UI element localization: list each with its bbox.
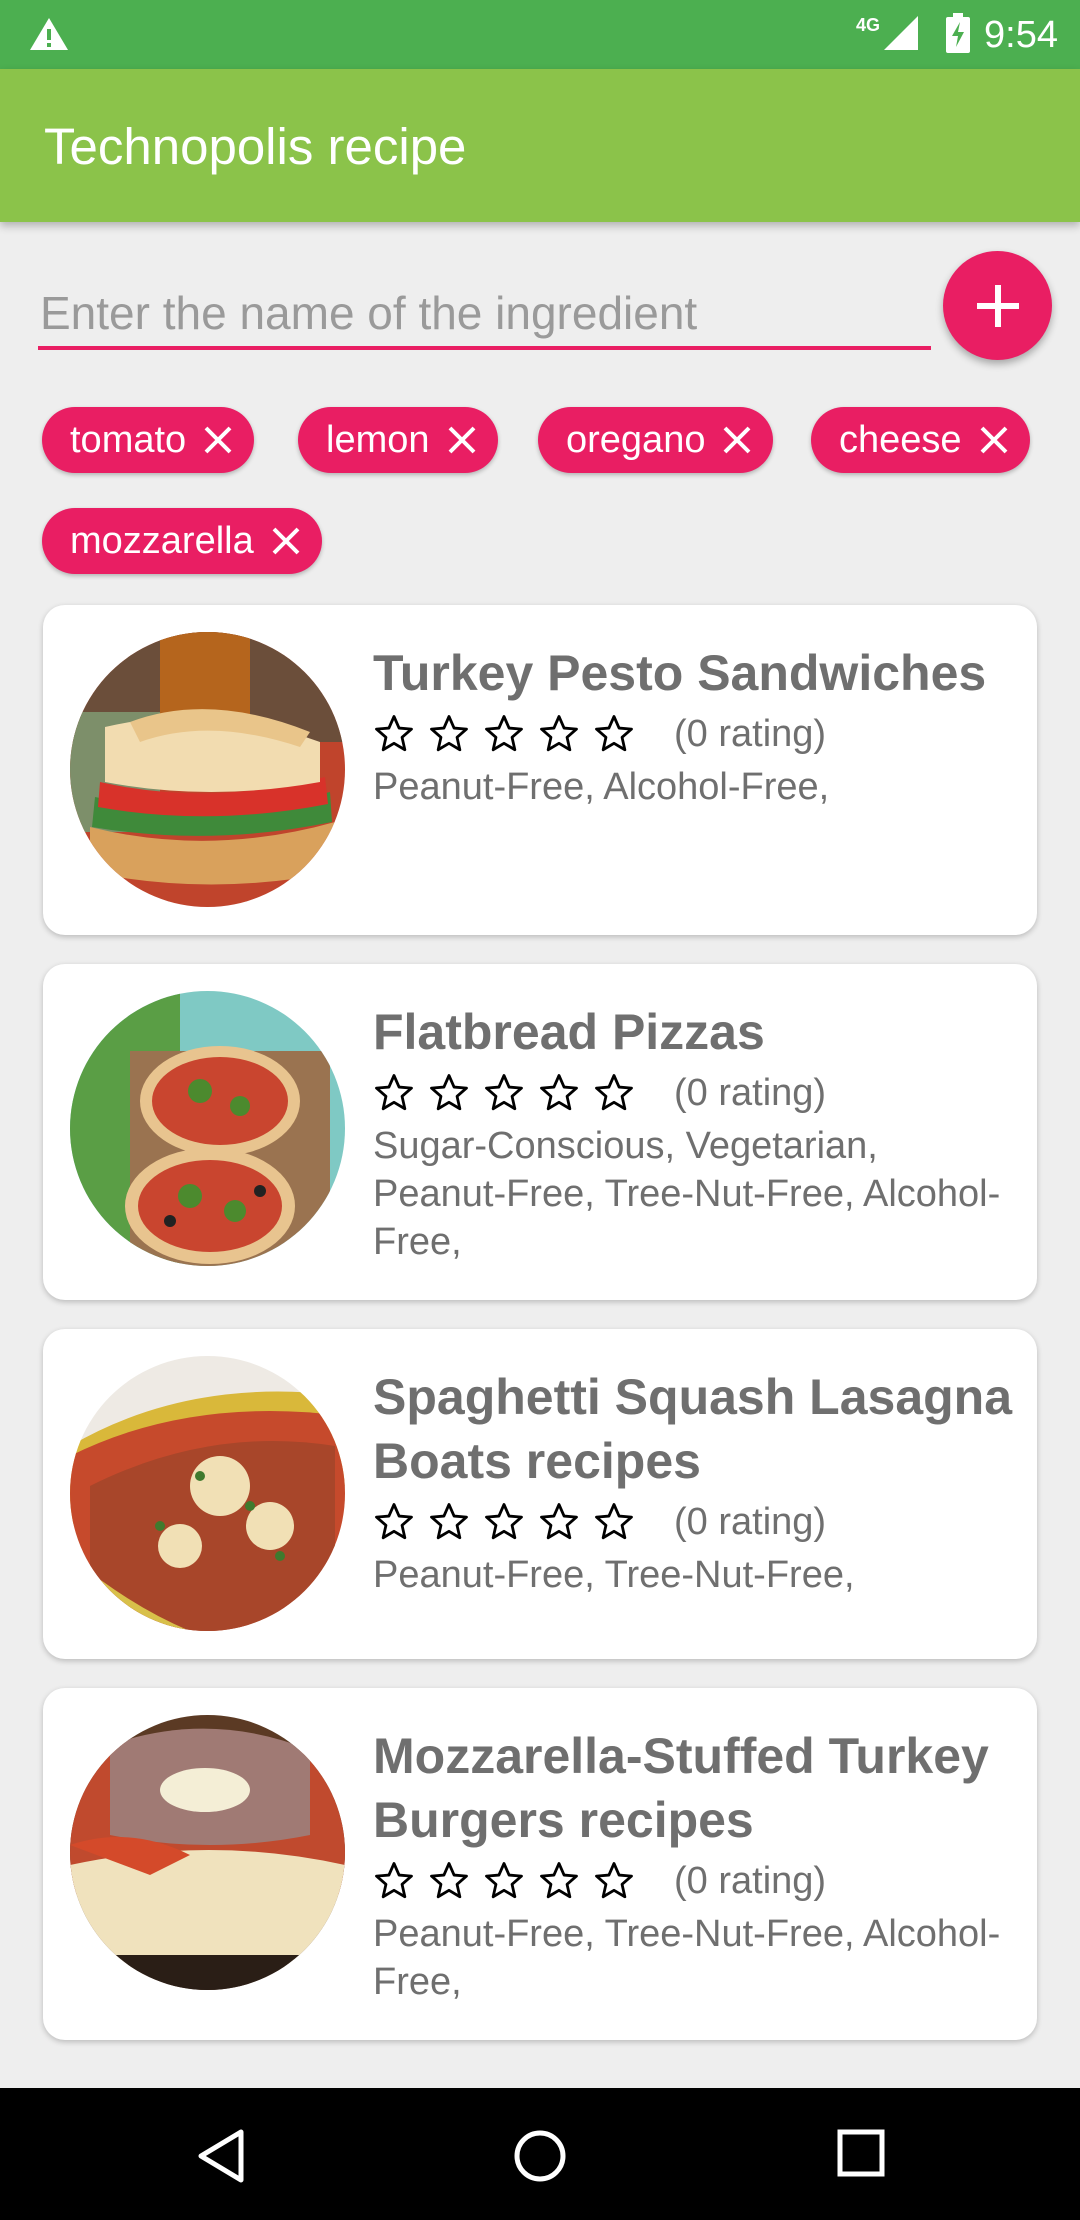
recipe-image xyxy=(70,1715,345,1990)
close-icon[interactable] xyxy=(721,424,753,456)
home-icon[interactable] xyxy=(512,2128,568,2184)
recipe-image xyxy=(70,1356,345,1631)
recipe-title: Mozzarella-Stuffed Turkey Burgers recipe… xyxy=(373,1728,989,1848)
plus-icon xyxy=(975,283,1021,329)
rating-count: (0 rating) xyxy=(674,712,827,755)
star-rating[interactable] xyxy=(373,713,648,755)
star-icon xyxy=(593,713,635,755)
star-rating[interactable] xyxy=(373,1860,648,1902)
health-labels: Sugar-Conscious, Vegetarian, Peanut-Free… xyxy=(373,1125,1001,1263)
close-icon[interactable] xyxy=(978,424,1010,456)
health-labels: Peanut-Free, Tree-Nut-Free, xyxy=(373,1554,855,1596)
status-bar: 4G 9:54 xyxy=(0,0,1080,69)
close-icon[interactable] xyxy=(202,424,234,456)
chip-label: cheese xyxy=(839,418,962,461)
warning-icon xyxy=(28,16,70,57)
star-icon xyxy=(483,1860,525,1902)
star-icon xyxy=(428,1860,470,1902)
star-icon xyxy=(538,1501,580,1543)
star-icon xyxy=(483,1501,525,1543)
rating-row: (0 rating) xyxy=(373,1852,1017,1910)
recipe-card[interactable]: Mozzarella-Stuffed Turkey Burgers recipe… xyxy=(43,1688,1037,2040)
close-icon[interactable] xyxy=(446,424,478,456)
rating-count: (0 rating) xyxy=(674,1859,827,1902)
star-icon xyxy=(428,713,470,755)
recipe-title: Turkey Pesto Sandwiches xyxy=(373,645,987,701)
navigation-bar xyxy=(0,2088,1080,2220)
star-icon xyxy=(373,1501,415,1543)
ingredient-chip[interactable]: lemon xyxy=(298,407,498,473)
ingredient-chip[interactable]: oregano xyxy=(538,407,774,473)
star-icon xyxy=(593,1860,635,1902)
app-title: Technopolis recipe xyxy=(44,118,467,175)
rating-count: (0 rating) xyxy=(674,1500,827,1543)
chip-label: oregano xyxy=(566,418,706,461)
star-icon xyxy=(483,713,525,755)
star-icon xyxy=(373,713,415,755)
signal-icon xyxy=(882,14,920,57)
rating-row: (0 rating) xyxy=(373,1064,1017,1122)
rating-count: (0 rating) xyxy=(674,1071,827,1114)
star-icon xyxy=(373,1860,415,1902)
star-icon xyxy=(428,1072,470,1114)
health-labels: Peanut-Free, Alcohol-Free, xyxy=(373,766,830,808)
star-icon xyxy=(593,1072,635,1114)
recipe-card[interactable]: Flatbread Pizzas (0 rating) Sugar-Consci… xyxy=(43,964,1037,1300)
recipe-image xyxy=(70,632,345,907)
star-icon xyxy=(483,1072,525,1114)
star-icon xyxy=(538,1072,580,1114)
recipe-title: Spaghetti Squash Lasagna Boats recipes xyxy=(373,1369,1013,1489)
star-icon xyxy=(593,1501,635,1543)
ingredient-chip[interactable]: tomato xyxy=(42,407,255,473)
close-icon[interactable] xyxy=(270,525,302,557)
battery-charging-icon xyxy=(946,12,971,58)
star-rating[interactable] xyxy=(373,1501,648,1543)
back-icon[interactable] xyxy=(195,2128,247,2184)
chip-label: lemon xyxy=(326,418,430,461)
recipe-card[interactable]: Turkey Pesto Sandwiches (0 rating) Peanu… xyxy=(43,605,1037,935)
add-ingredient-button[interactable] xyxy=(943,251,1052,360)
ingredient-input[interactable] xyxy=(38,280,931,350)
recipe-title: Flatbread Pizzas xyxy=(373,1004,765,1060)
status-time: 9:54 xyxy=(984,13,1058,56)
recents-icon[interactable] xyxy=(836,2128,886,2178)
star-icon xyxy=(428,1501,470,1543)
rating-row: (0 rating) xyxy=(373,705,1017,763)
star-icon xyxy=(538,1860,580,1902)
app-bar: Technopolis recipe xyxy=(0,69,1080,222)
ingredient-chip[interactable]: cheese xyxy=(811,407,1030,473)
recipe-image xyxy=(70,991,345,1266)
health-labels: Peanut-Free, Tree-Nut-Free, Alcohol-Free… xyxy=(373,1913,1001,2003)
star-icon xyxy=(373,1072,415,1114)
recipe-card[interactable]: Spaghetti Squash Lasagna Boats recipes (… xyxy=(43,1329,1037,1659)
chip-label: mozzarella xyxy=(70,519,254,562)
ingredient-chip[interactable]: mozzarella xyxy=(42,508,322,574)
network-type: 4G xyxy=(856,14,881,35)
chip-label: tomato xyxy=(70,418,187,461)
star-rating[interactable] xyxy=(373,1072,648,1114)
rating-row: (0 rating) xyxy=(373,1493,1017,1551)
star-icon xyxy=(538,713,580,755)
ingredient-search xyxy=(38,280,931,354)
